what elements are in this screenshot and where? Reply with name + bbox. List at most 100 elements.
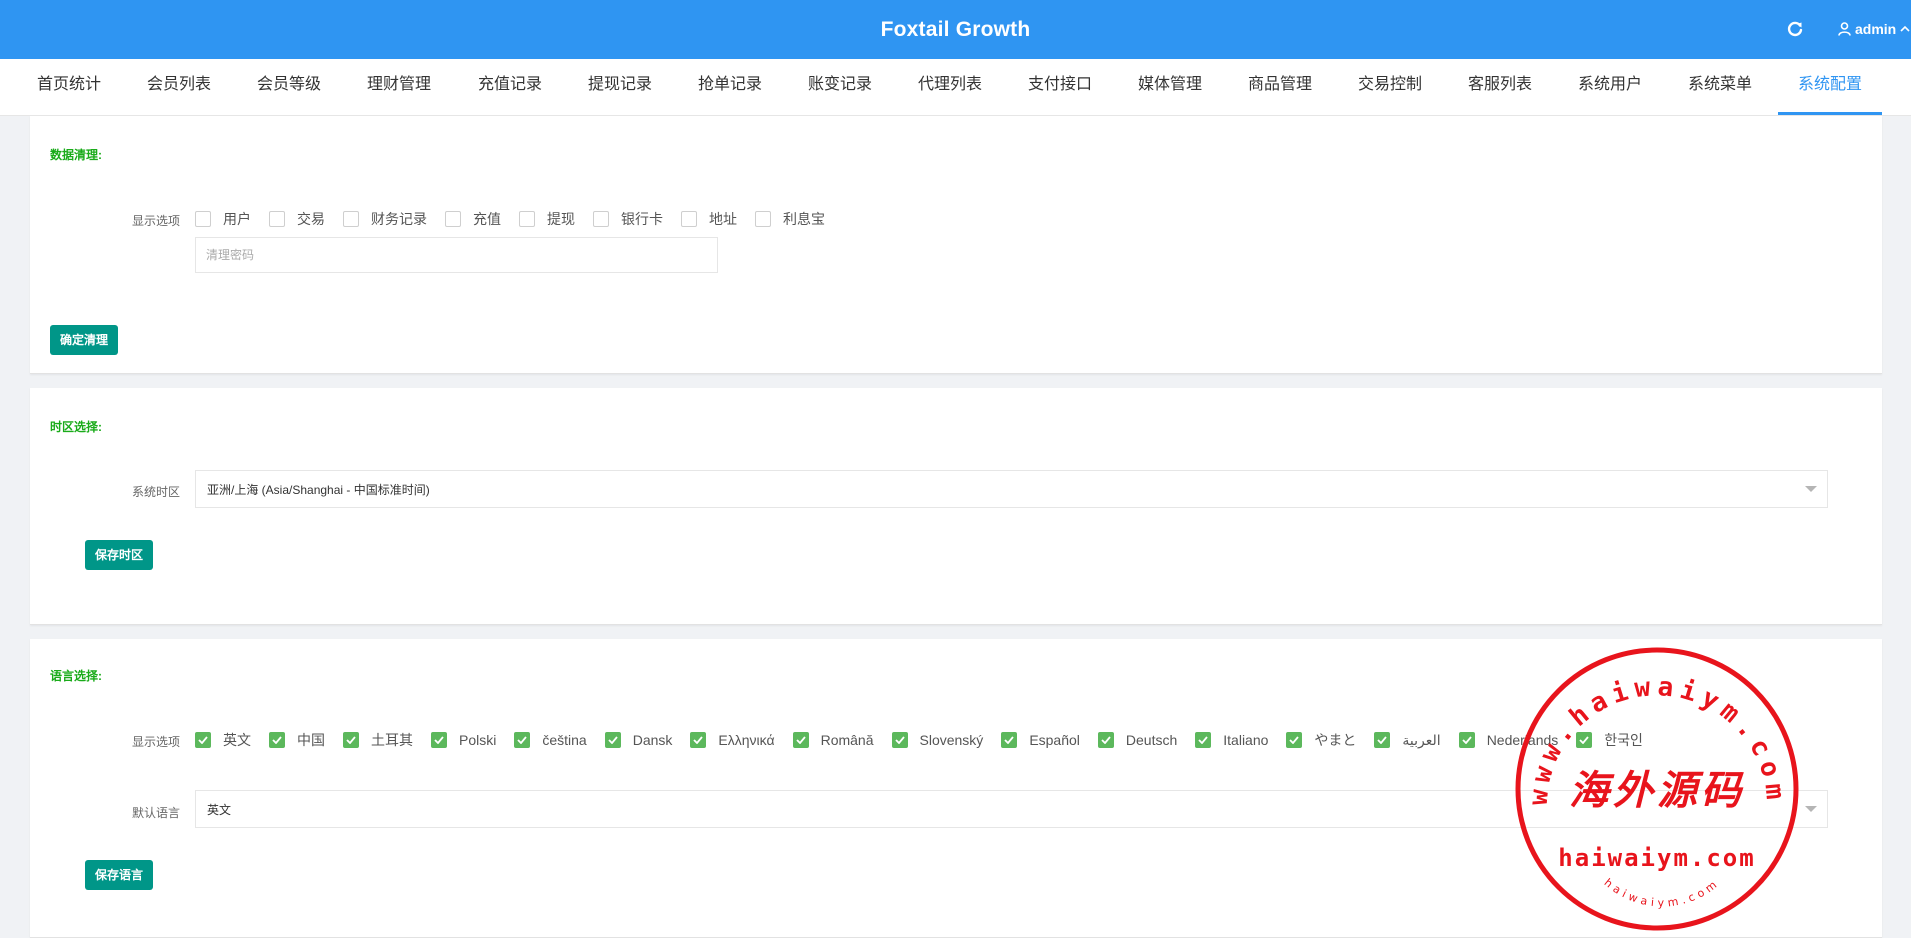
app-title: Foxtail Growth xyxy=(880,18,1031,41)
checkbox-label: 中国 xyxy=(297,732,325,748)
nav-tab[interactable]: 充值记录 xyxy=(458,59,562,115)
checkbox-checked-icon[interactable] xyxy=(1286,732,1303,748)
checkbox-option[interactable]: العربية xyxy=(1374,731,1441,749)
checkbox-checked-icon[interactable] xyxy=(690,732,707,748)
checkbox-option[interactable]: Dansk xyxy=(604,732,673,748)
checkbox-icon[interactable] xyxy=(755,211,771,227)
checkbox-label: 土耳其 xyxy=(371,732,413,748)
save-language-button[interactable]: 保存语言 xyxy=(85,860,154,890)
checkbox-option[interactable]: Română xyxy=(792,732,874,748)
checkbox-label: 银行卡 xyxy=(621,211,663,227)
checkbox-option[interactable]: やまと xyxy=(1286,730,1356,750)
checkbox-label: Nederlands xyxy=(1486,732,1559,748)
nav-tab[interactable]: 首页统计 xyxy=(17,59,121,115)
default-language-select[interactable]: 英文 xyxy=(195,790,1828,828)
checkbox-option[interactable]: Deutsch xyxy=(1097,732,1177,748)
checkbox-option[interactable]: 财务记录 xyxy=(343,209,427,229)
nav-tab[interactable]: 代理列表 xyxy=(898,59,1002,115)
nav-tab[interactable]: 会员列表 xyxy=(127,59,231,115)
checkbox-option[interactable]: Nederlands xyxy=(1458,732,1559,748)
checkbox-label: العربية xyxy=(1402,731,1441,748)
checkbox-checked-icon[interactable] xyxy=(343,732,359,748)
checkbox-checked-icon[interactable] xyxy=(195,732,211,748)
nav-tab[interactable]: 提现记录 xyxy=(568,59,672,115)
cleanup-password-input[interactable] xyxy=(195,237,718,273)
refresh-icon[interactable] xyxy=(1785,19,1805,39)
timezone-select[interactable]: 亚洲/上海 (Asia/Shanghai - 中国标准时间) xyxy=(195,470,1828,508)
checkbox-icon[interactable] xyxy=(195,211,211,227)
checkbox-option[interactable]: Español xyxy=(1001,732,1080,748)
language-card: 语言选择: 显示选项 英文 中国 土耳其 Polski čeština Dansk Ελλη… xyxy=(30,639,1882,938)
nav-tab[interactable]: 抢单记录 xyxy=(678,59,782,115)
checkbox-icon[interactable] xyxy=(681,211,697,227)
nav-tab[interactable]: 媒体管理 xyxy=(1118,59,1222,115)
checkbox-checked-icon[interactable] xyxy=(1458,732,1475,748)
save-timezone-button[interactable]: 保存时区 xyxy=(85,540,154,570)
main-nav: 首页统计 会员列表 会员等级 理财管理 充值记录 提现记录 抢单记录 账变记录 代理列表 支付接口… xyxy=(0,59,1911,116)
checkbox-option[interactable]: 提现 xyxy=(519,209,575,229)
checkbox-option[interactable]: 交易 xyxy=(269,209,325,229)
checkbox-icon[interactable] xyxy=(445,211,461,227)
checkbox-label: Español xyxy=(1029,732,1080,748)
timezone-value: 亚洲/上海 (Asia/Shanghai - 中国标准时间) xyxy=(207,482,430,497)
checkbox-label: Ελληνικά xyxy=(718,732,775,748)
checkbox-checked-icon[interactable] xyxy=(1097,732,1114,748)
checkbox-checked-icon[interactable] xyxy=(792,732,809,748)
checkbox-option[interactable]: 土耳其 xyxy=(343,730,413,750)
checkbox-label: 充值 xyxy=(473,211,501,227)
checkbox-label: 提现 xyxy=(547,211,575,227)
checkbox-checked-icon[interactable] xyxy=(269,732,285,748)
checkbox-option[interactable]: čeština xyxy=(514,732,587,748)
checkbox-option[interactable]: 用户 xyxy=(195,209,251,229)
checkbox-option[interactable]: 한국인 xyxy=(1576,730,1643,750)
nav-tab[interactable]: 账变记录 xyxy=(788,59,892,115)
user-icon xyxy=(1838,22,1851,36)
nav-tab[interactable]: 会员等级 xyxy=(237,59,341,115)
checkbox-checked-icon[interactable] xyxy=(604,732,621,748)
checkbox-label: 用户 xyxy=(223,211,251,227)
checkbox-option[interactable]: 地址 xyxy=(681,209,737,229)
chevron-icon xyxy=(1900,25,1910,32)
checkbox-checked-icon[interactable] xyxy=(891,732,908,748)
checkbox-option[interactable]: 充值 xyxy=(445,209,501,229)
nav-tab[interactable]: 交易控制 xyxy=(1338,59,1442,115)
nav-tab[interactable]: 系统用户 xyxy=(1558,59,1662,115)
checkbox-checked-icon[interactable] xyxy=(1001,732,1018,748)
checkbox-icon[interactable] xyxy=(343,211,359,227)
checkbox-checked-icon[interactable] xyxy=(431,732,447,748)
checkbox-label: Dansk xyxy=(632,732,673,748)
checkbox-label: Slovenský xyxy=(919,732,984,748)
checkbox-checked-icon[interactable] xyxy=(1195,732,1212,748)
checkbox-option[interactable]: Slovenský xyxy=(891,732,984,748)
default-language-label: 默认语言 xyxy=(131,806,180,820)
timezone-label: 系统时区 xyxy=(131,485,180,499)
nav-tab[interactable]: 支付接口 xyxy=(1008,59,1112,115)
checkbox-option[interactable]: Ελληνικά xyxy=(690,732,775,748)
nav-tab[interactable]: 客服列表 xyxy=(1448,59,1552,115)
nav-tab[interactable]: 系统配置 xyxy=(1778,59,1882,115)
checkbox-option[interactable]: 利息宝 xyxy=(755,209,825,229)
confirm-cleanup-button[interactable]: 确定清理 xyxy=(50,325,119,355)
checkbox-checked-icon[interactable] xyxy=(514,732,531,748)
checkbox-option[interactable]: Italiano xyxy=(1195,732,1268,748)
top-header: Foxtail Growth admin xyxy=(0,0,1911,59)
checkbox-option[interactable]: 英文 xyxy=(195,730,251,750)
user-menu[interactable]: admin xyxy=(1838,18,1910,40)
checkbox-checked-icon[interactable] xyxy=(1576,732,1593,748)
checkbox-label: 财务记录 xyxy=(371,211,427,227)
default-language-value: 英文 xyxy=(207,802,232,817)
checkbox-icon[interactable] xyxy=(519,211,535,227)
nav-tab[interactable]: 理财管理 xyxy=(347,59,451,115)
checkbox-label: čeština xyxy=(542,732,587,748)
checkbox-option[interactable]: 银行卡 xyxy=(593,209,663,229)
checkbox-checked-icon[interactable] xyxy=(1374,732,1391,748)
timezone-card: 时区选择: 系统时区 亚洲/上海 (Asia/Shanghai - 中国标准时间… xyxy=(30,388,1882,625)
checkbox-icon[interactable] xyxy=(269,211,285,227)
nav-tab[interactable]: 商品管理 xyxy=(1228,59,1332,115)
checkbox-option[interactable]: 中国 xyxy=(269,730,325,750)
nav-tab[interactable]: 系统菜单 xyxy=(1668,59,1772,115)
cleanup-options-label: 显示选项 xyxy=(131,214,180,228)
checkbox-icon[interactable] xyxy=(593,211,609,227)
username: admin xyxy=(1855,21,1897,37)
checkbox-option[interactable]: Polski xyxy=(431,732,496,748)
